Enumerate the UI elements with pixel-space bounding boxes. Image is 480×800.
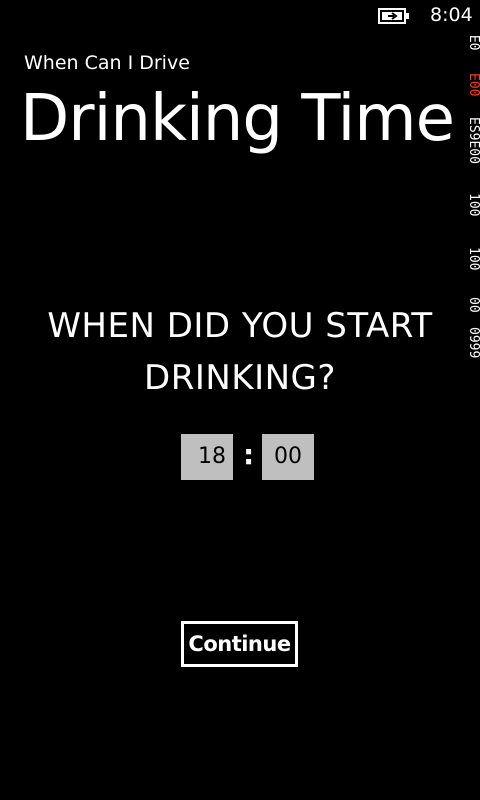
page-title: Drinking Time <box>20 82 455 156</box>
status-clock: 8:04 <box>430 4 473 26</box>
minute-field[interactable]: 00 <box>262 434 314 480</box>
continue-button[interactable]: Continue <box>181 621 298 667</box>
status-bar: 8:04 <box>0 0 480 32</box>
question-line-2: DRINKING? <box>144 358 336 398</box>
question-line-1: WHEN DID YOU START <box>47 306 433 346</box>
battery-charging-icon <box>378 8 409 24</box>
app-screen: 8:04 2E0 E00 ES9E00 100 100 00 0999 When… <box>0 0 480 800</box>
question-prompt: WHEN DID YOU START DRINKING? <box>0 300 480 404</box>
time-picker: 18 : 00 <box>181 434 314 480</box>
time-separator: : <box>243 438 255 471</box>
counter-text-5: 100 <box>466 247 480 270</box>
hour-field[interactable]: 18 <box>181 434 233 480</box>
app-title: When Can I Drive <box>24 52 190 74</box>
counter-text-3: ES9E00 <box>466 117 480 164</box>
counter-text-4: 100 <box>466 193 480 216</box>
counter-text-1: 2E0 <box>466 34 480 50</box>
counter-text-2: E00 <box>466 73 480 96</box>
